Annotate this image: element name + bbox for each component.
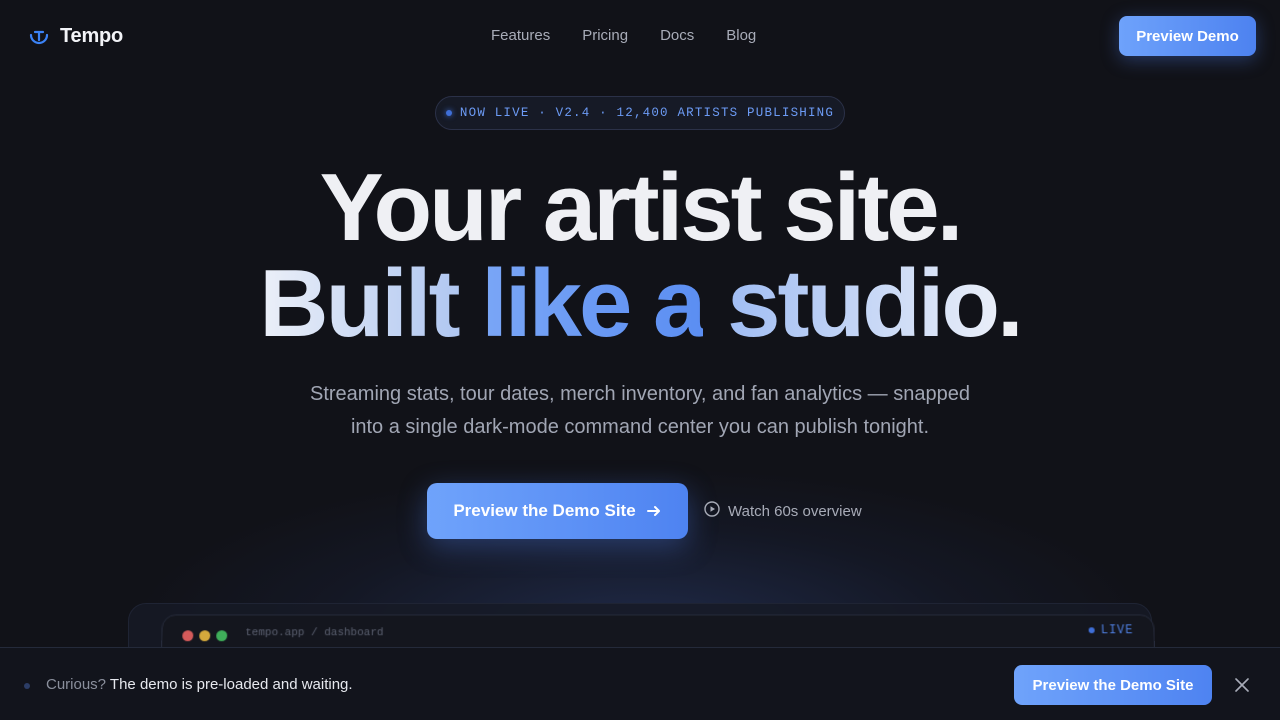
play-circle-icon (704, 501, 720, 521)
nav-link-blog[interactable]: Blog (726, 27, 756, 44)
close-icon[interactable] (1232, 675, 1252, 695)
preview-url: tempo.app / dashboard (245, 627, 384, 640)
hero-title-line2: Built like a studio. (0, 256, 1280, 352)
nav-link-pricing[interactable]: Pricing (582, 27, 628, 44)
hero-word-accent: like a (481, 250, 706, 357)
bar-lead: Curious? (46, 676, 107, 693)
hero-title-line1: Your artist site. (319, 154, 964, 261)
bar-main-text: The demo is pre-loaded and waiting. (106, 676, 353, 693)
brand[interactable]: Tempo (28, 24, 123, 48)
live-dot (1088, 627, 1095, 634)
cta-label: Preview the Demo Site (453, 501, 636, 520)
bar-preview-demo-button[interactable]: Preview the Demo Site (1014, 665, 1212, 705)
live-status: LIVE (1088, 623, 1134, 638)
brand-name: Tempo (60, 24, 124, 47)
bar-indicator-dot (24, 683, 30, 689)
bar-message: Curious? The demo is pre-loaded and wait… (46, 676, 353, 693)
preview-demo-site-button[interactable]: Preview the Demo Site (427, 483, 688, 539)
preview-demo-button[interactable]: Preview Demo (1119, 16, 1256, 56)
badge-text: NOW LIVE · V2.4 · 12,400 ARTISTS PUBLISH… (459, 106, 835, 120)
hero-title-period: . (997, 250, 1024, 357)
window-controls (182, 630, 228, 642)
window-maximize-dot (216, 630, 228, 642)
sticky-cta-bar: Curious? The demo is pre-loaded and wait… (0, 647, 1280, 720)
window-minimize-dot (199, 630, 211, 642)
live-indicator-dot (445, 110, 452, 116)
nav-links: Features Pricing Docs Blog (491, 27, 756, 44)
live-label: LIVE (1100, 623, 1134, 638)
hero-title: Your artist site. Built like a studio. (0, 160, 1280, 352)
nav-link-features[interactable]: Features (491, 27, 550, 44)
hero-word-studio: studio (703, 250, 1000, 357)
watch-overview-label: Watch 60s overview (728, 502, 862, 520)
hero-subtitle: Streaming stats, tour dates, merch inven… (290, 378, 990, 444)
hero-subtitle-line2: into a single dark-mode command center y… (350, 416, 930, 438)
release-badge: NOW LIVE · V2.4 · 12,400 ARTISTS PUBLISH… (435, 96, 845, 130)
window-close-dot (182, 630, 194, 642)
hero-word-built: Built (259, 250, 482, 357)
top-nav: Tempo Features Pricing Docs Blog Preview… (0, 0, 1280, 72)
nav-link-docs[interactable]: Docs (660, 27, 694, 44)
hero-subtitle-line1: Streaming stats, tour dates, merch inven… (310, 383, 970, 405)
arrow-right-icon (646, 503, 662, 519)
watch-overview-link[interactable]: Watch 60s overview (704, 500, 862, 522)
tempo-logo-icon (28, 25, 50, 47)
